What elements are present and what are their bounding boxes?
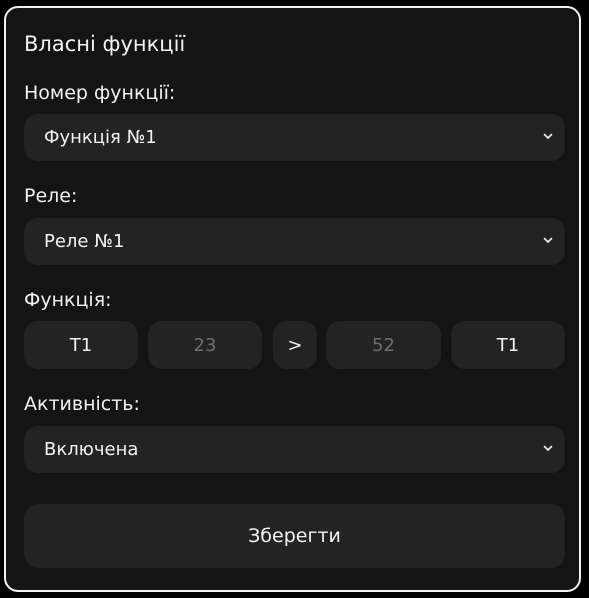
left-sensor-button[interactable]: T1 <box>24 321 138 369</box>
function-number-select[interactable]: Функція №1 <box>24 114 565 161</box>
function-label: Функція: <box>24 289 112 311</box>
activity-select[interactable]: Включена <box>24 426 565 473</box>
function-number-value: Функція №1 <box>44 127 157 148</box>
operator-button[interactable]: > <box>273 321 317 369</box>
panel-title: Власні функції <box>24 32 186 56</box>
right-sensor-button[interactable]: T1 <box>451 321 565 369</box>
value-a-input[interactable]: 23 <box>148 321 262 369</box>
chevron-down-icon <box>543 133 553 139</box>
value-b-input[interactable]: 52 <box>326 321 441 369</box>
save-button[interactable]: Зберегти <box>24 504 565 568</box>
activity-label: Активність: <box>24 393 140 415</box>
relay-label: Реле: <box>24 185 78 207</box>
function-number-label: Номер функції: <box>24 82 176 104</box>
chevron-down-icon <box>543 237 553 243</box>
chevron-down-icon <box>543 445 553 451</box>
custom-functions-panel: Власні функції Номер функції: Функція №1… <box>4 6 581 592</box>
relay-select[interactable]: Реле №1 <box>24 218 565 265</box>
relay-value: Реле №1 <box>44 231 125 252</box>
activity-value: Включена <box>44 439 139 460</box>
